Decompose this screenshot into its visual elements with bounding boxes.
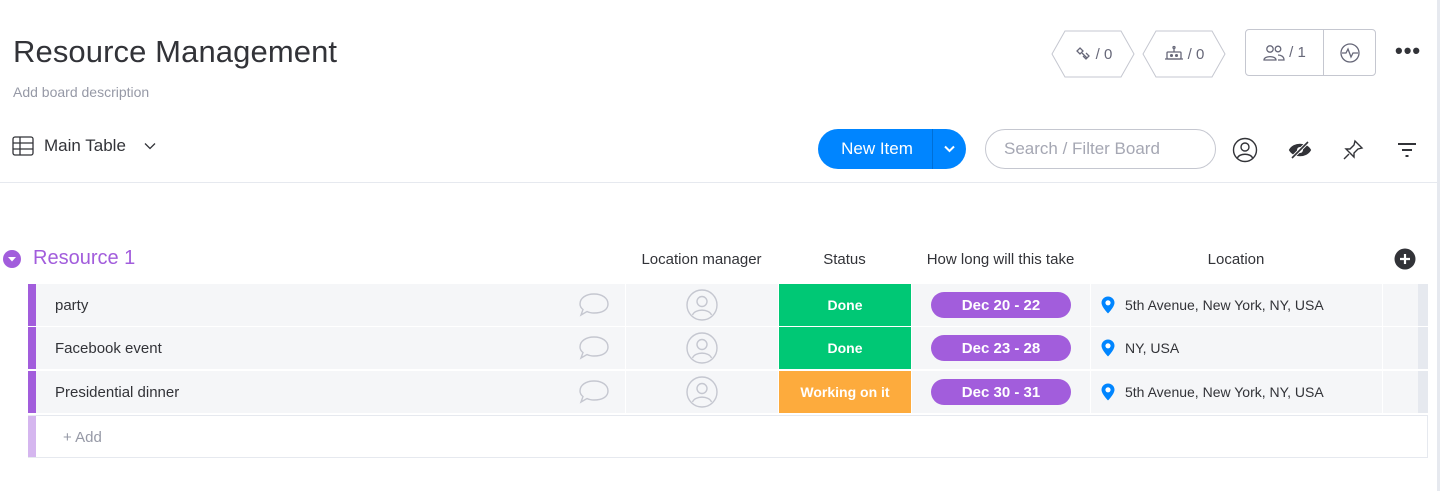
toolbar-divider: [0, 182, 1437, 183]
table-icon: [12, 136, 34, 156]
location-pin-icon: [1101, 383, 1115, 401]
table-row[interactable]: Facebook event Done Dec 23 - 28 NY, USA: [28, 327, 1428, 369]
filter-icon: [1398, 143, 1416, 157]
eye-slash-icon: [1288, 140, 1312, 160]
column-header-location-manager[interactable]: Location manager: [625, 251, 778, 268]
hide-columns-button[interactable]: [1286, 136, 1314, 164]
group-color-bar: [28, 327, 36, 369]
table-row[interactable]: Presidential dinner Working on it Dec 30…: [28, 371, 1428, 413]
empty-cell: [1382, 371, 1418, 413]
timeline-pill: Dec 20 - 22: [931, 292, 1071, 318]
new-item-button[interactable]: New Item: [818, 129, 966, 169]
timeline-cell[interactable]: Dec 30 - 31: [911, 371, 1090, 413]
person-circle-icon: [1232, 137, 1258, 163]
location-manager-cell[interactable]: [625, 284, 778, 326]
group-color-bar: [28, 371, 36, 413]
timeline-cell[interactable]: Dec 23 - 28: [911, 327, 1090, 369]
location-pin-icon: [1101, 296, 1115, 314]
status-cell[interactable]: Done: [778, 284, 911, 326]
table-row[interactable]: party Done Dec 20 - 22 5th Avenue, New Y…: [28, 284, 1428, 326]
timeline-cell[interactable]: Dec 20 - 22: [911, 284, 1090, 326]
add-item-label: + Add: [63, 429, 102, 446]
filter-button[interactable]: [1393, 136, 1421, 164]
chevron-down-icon: [944, 145, 955, 153]
location-text: 5th Avenue, New York, NY, USA: [1125, 384, 1324, 400]
status-cell[interactable]: Working on it: [778, 371, 911, 413]
person-placeholder-icon: [686, 289, 718, 321]
person-placeholder-icon: [686, 332, 718, 364]
new-item-dropdown[interactable]: [933, 145, 966, 153]
add-column-icon[interactable]: [1394, 248, 1416, 270]
chat-bubble-icon[interactable]: [578, 379, 610, 405]
integrations-icon: [1075, 47, 1090, 60]
group-color-bar: [28, 416, 36, 457]
item-name[interactable]: Facebook event: [55, 340, 162, 357]
timeline-pill: Dec 23 - 28: [931, 335, 1071, 361]
location-text: NY, USA: [1125, 340, 1180, 356]
more-options-icon[interactable]: •••: [1395, 38, 1421, 64]
column-header-location[interactable]: Location: [1090, 251, 1382, 268]
group-collapse-icon[interactable]: [2, 249, 22, 269]
people-icon: [1263, 44, 1285, 61]
activity-button[interactable]: [1324, 30, 1375, 75]
column-header-status[interactable]: Status: [778, 251, 911, 268]
group-header: Resource 1 Location manager Status How l…: [0, 246, 1437, 274]
empty-cell: [1382, 284, 1418, 326]
integrations-count: / 0: [1095, 45, 1113, 63]
members-button[interactable]: / 1: [1246, 30, 1324, 75]
person-filter-button[interactable]: [1231, 136, 1259, 164]
search-input[interactable]: [985, 129, 1216, 169]
timeline-pill: Dec 30 - 31: [931, 379, 1071, 405]
pin-icon: [1343, 139, 1364, 160]
board-members-box: / 1: [1245, 29, 1376, 76]
activity-icon: [1339, 42, 1360, 63]
person-placeholder-icon: [686, 376, 718, 408]
row-end-cap: [1418, 284, 1428, 326]
pin-button[interactable]: [1339, 136, 1367, 164]
location-manager-cell[interactable]: [625, 327, 778, 369]
group-color-bar: [28, 284, 36, 326]
location-cell[interactable]: 5th Avenue, New York, NY, USA: [1090, 284, 1382, 326]
integrations-button[interactable]: / 0: [1051, 30, 1135, 78]
members-count: / 1: [1289, 44, 1306, 61]
status-cell[interactable]: Done: [778, 327, 911, 369]
automations-count: / 0: [1187, 45, 1205, 63]
robot-icon: [1164, 45, 1183, 60]
location-pin-icon: [1101, 339, 1115, 357]
empty-cell: [1382, 327, 1418, 369]
chat-bubble-icon[interactable]: [578, 335, 610, 361]
chevron-down-icon: [144, 143, 156, 150]
item-name[interactable]: Presidential dinner: [55, 384, 179, 401]
location-cell[interactable]: NY, USA: [1090, 327, 1382, 369]
location-cell[interactable]: 5th Avenue, New York, NY, USA: [1090, 371, 1382, 413]
chat-bubble-icon[interactable]: [578, 292, 610, 318]
view-switcher[interactable]: Main Table: [12, 136, 156, 156]
item-name[interactable]: party: [55, 297, 88, 314]
location-manager-cell[interactable]: [625, 371, 778, 413]
add-item-row[interactable]: + Add: [28, 415, 1428, 458]
row-end-cap: [1418, 371, 1428, 413]
board-title[interactable]: Resource Management: [13, 34, 337, 70]
group-title[interactable]: Resource 1: [33, 247, 135, 270]
location-text: 5th Avenue, New York, NY, USA: [1125, 297, 1324, 313]
board-description[interactable]: Add board description: [13, 84, 149, 100]
new-item-label: New Item: [841, 139, 913, 158]
row-end-cap: [1418, 327, 1428, 369]
automations-button[interactable]: / 0: [1142, 30, 1226, 78]
column-header-timeline[interactable]: How long will this take: [911, 251, 1090, 268]
view-label: Main Table: [44, 136, 126, 155]
